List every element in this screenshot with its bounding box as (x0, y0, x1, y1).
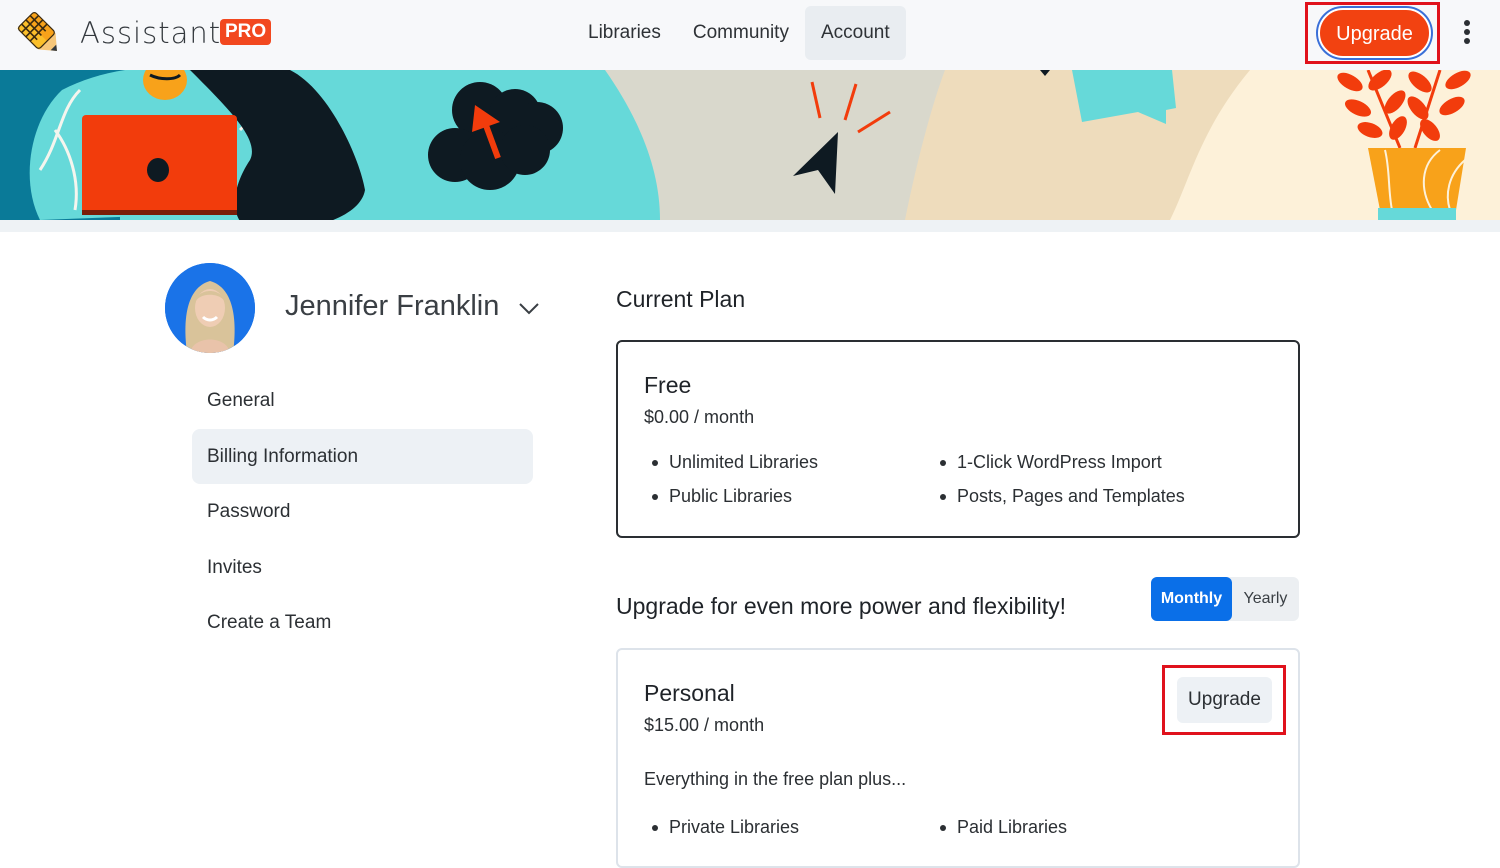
top-nav: Assistant PRO Libraries Community Accoun… (0, 0, 1500, 70)
user-name[interactable]: Jennifer Franklin (285, 290, 499, 323)
feature-item: 1-Click WordPress Import (940, 452, 1260, 473)
nav-community[interactable]: Community (677, 6, 805, 60)
upgrade-highlight-box: Upgrade (1305, 2, 1440, 64)
feature-item: Public Libraries (652, 486, 940, 507)
toggle-monthly[interactable]: Monthly (1151, 577, 1232, 621)
current-plan-heading: Current Plan (616, 286, 746, 312)
dot (1464, 38, 1470, 44)
personal-plan-card: Personal $15.00 / month Everything in th… (616, 648, 1300, 868)
plan-price: $0.00 / month (644, 407, 755, 427)
bullet-icon (940, 459, 946, 466)
nav-libraries[interactable]: Libraries (572, 6, 677, 60)
billing-period-toggle: Monthly Yearly (1151, 577, 1299, 621)
current-plan-card: Free $0.00 / month Unlimited Libraries 1… (616, 340, 1300, 538)
bullet-icon (652, 824, 658, 831)
feature-item: Posts, Pages and Templates (940, 486, 1260, 507)
main-nav: Libraries Community Account (572, 6, 906, 60)
bullet-icon (940, 493, 946, 500)
feature-item: Unlimited Libraries (652, 452, 940, 473)
chevron-down-icon[interactable] (516, 298, 542, 318)
bullet-icon (940, 824, 946, 831)
plan-name: Free (644, 372, 692, 398)
sidebar-item-password[interactable]: Password (192, 484, 533, 540)
feature-text: Posts, Pages and Templates (957, 486, 1185, 506)
feature-item: Private Libraries (652, 817, 940, 838)
feature-text: Unlimited Libraries (669, 452, 819, 472)
plan-features: Unlimited Libraries 1-Click WordPress Im… (652, 452, 1272, 507)
upgrade-heading: Upgrade for even more power and flexibil… (616, 593, 1067, 619)
bullet-icon (652, 459, 658, 466)
sidebar-item-create-a-team[interactable]: Create a Team (192, 595, 533, 651)
account-sidebar: General Billing Information Password Inv… (192, 373, 533, 651)
user-photo (165, 263, 255, 353)
person-illustration (29, 70, 365, 220)
upgrade-highlight-box: Upgrade (1162, 665, 1286, 735)
plan-features: Private Libraries Paid Libraries (652, 817, 1272, 838)
avatar[interactable] (165, 263, 255, 353)
nav-account[interactable]: Account (804, 6, 906, 60)
feature-text: Public Libraries (669, 486, 793, 506)
sidebar-item-billing-information[interactable]: Billing Information (192, 428, 533, 484)
toggle-yearly[interactable]: Yearly (1232, 577, 1299, 621)
feature-text: Private Libraries (669, 817, 800, 837)
header-upgrade-button[interactable]: Upgrade (1318, 8, 1431, 58)
brand-name[interactable]: Assistant (80, 16, 221, 50)
dot (1464, 20, 1470, 26)
sidebar-item-invites[interactable]: Invites (192, 540, 533, 596)
feature-text: 1-Click WordPress Import (957, 452, 1162, 472)
kebab-vertical-icon[interactable] (1456, 18, 1478, 48)
bullet-icon (652, 493, 658, 500)
pencil-logo-icon[interactable] (14, 8, 66, 60)
personal-upgrade-button[interactable]: Upgrade (1177, 677, 1272, 723)
hero-banner (0, 70, 1500, 220)
sidebar-item-general[interactable]: General (192, 373, 533, 429)
feature-text: Paid Libraries (957, 817, 1068, 837)
plan-description: Everything in the free plan plus... (644, 769, 907, 789)
plan-name: Personal (644, 680, 735, 706)
banner-divider (0, 220, 1500, 232)
plan-price: $15.00 / month (644, 715, 765, 735)
feature-item: Paid Libraries (940, 817, 1260, 838)
pro-badge: PRO (220, 19, 272, 45)
dot (1464, 29, 1470, 35)
banner-illustration (0, 70, 1500, 220)
